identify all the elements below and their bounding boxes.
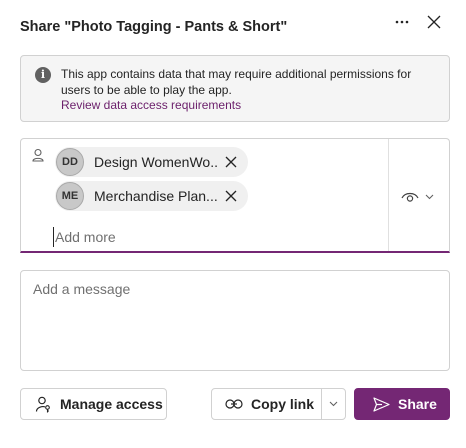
person-chip[interactable]: ME Merchandise Plan... <box>55 181 248 211</box>
dialog-title: Share "Photo Tagging - Pants & Short" <box>20 19 288 35</box>
person-chip[interactable]: DD Design WomenWo... <box>55 147 248 177</box>
info-text: This app contains data that may require … <box>61 67 412 97</box>
manage-access-label: Manage access <box>60 396 163 412</box>
remove-person-button[interactable] <box>222 187 240 205</box>
copy-link-label: Copy link <box>251 396 315 412</box>
share-dialog: Share "Photo Tagging - Pants & Short" i … <box>0 0 466 448</box>
message-input[interactable] <box>20 270 450 371</box>
person-icon <box>32 148 44 162</box>
info-icon: i <box>35 67 51 83</box>
share-label: Share <box>398 396 437 412</box>
info-message-bar: i This app contains data that may requir… <box>20 55 450 122</box>
manage-access-button[interactable]: Manage access <box>20 388 167 420</box>
more-horizontal-icon <box>395 20 409 24</box>
person-chip-name: Design WomenWo... <box>94 154 218 170</box>
remove-person-button[interactable] <box>222 153 240 171</box>
share-button[interactable]: Share <box>354 388 450 420</box>
people-picker[interactable]: DD Design WomenWo... ME Merchandise Plan… <box>20 138 450 253</box>
close-icon <box>225 156 237 168</box>
copy-link-button[interactable]: Copy link <box>211 388 322 420</box>
eye-icon <box>401 192 419 202</box>
chevron-down-icon <box>329 401 338 407</box>
copy-link-options-button[interactable] <box>321 388 346 420</box>
permission-dropdown[interactable] <box>401 187 441 207</box>
avatar: ME <box>56 182 84 210</box>
divider <box>388 139 389 251</box>
review-data-access-link[interactable]: Review data access requirements <box>61 98 241 112</box>
more-options-button[interactable] <box>390 10 414 34</box>
add-more-input[interactable] <box>53 227 353 247</box>
person-key-icon <box>35 396 50 412</box>
chevron-down-icon <box>425 194 434 200</box>
person-chip-name: Merchandise Plan... <box>94 188 218 204</box>
avatar: DD <box>56 148 84 176</box>
link-icon <box>225 399 243 409</box>
close-button[interactable] <box>422 10 446 34</box>
send-icon <box>373 396 390 412</box>
close-icon <box>427 15 441 29</box>
close-icon <box>225 190 237 202</box>
